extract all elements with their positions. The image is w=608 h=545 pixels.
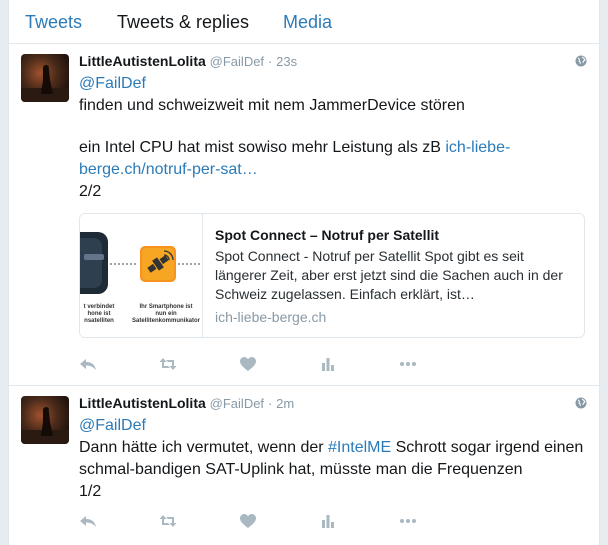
display-name[interactable]: LittleAutistenLolita	[79, 395, 206, 411]
tweet-text: @FailDef Dann hätte ich vermutet, wenn d…	[79, 415, 587, 503]
tweet-line: finden und schweizweit mit nem JammerDev…	[79, 97, 465, 114]
more-icon[interactable]	[399, 356, 423, 376]
avatar[interactable]	[21, 54, 69, 102]
separator-dot: ·	[267, 54, 273, 69]
tweet-text: @FailDef finden und schweizweit mit nem …	[79, 73, 587, 203]
globe-icon	[575, 54, 587, 67]
tab-tweets[interactable]: Tweets	[25, 11, 82, 33]
retweet-icon[interactable]	[159, 513, 183, 533]
timestamp[interactable]: 23s	[276, 54, 297, 69]
timestamp[interactable]: 2m	[276, 396, 294, 411]
card-title[interactable]: Spot Connect – Notruf per Satellit	[215, 226, 572, 244]
like-icon[interactable]	[239, 356, 263, 376]
tweet-header: LittleAutistenLolita @FailDef · 23s	[79, 52, 587, 71]
tweet-line: 2/2	[79, 183, 102, 200]
tweet[interactable]: LittleAutistenLolita @FailDef · 2m @Fail…	[9, 386, 599, 545]
tweet-header: LittleAutistenLolita @FailDef · 2m	[79, 394, 587, 413]
separator-dot: ·	[267, 396, 273, 411]
display-name[interactable]: LittleAutistenLolita	[79, 53, 206, 69]
tweet-content: LittleAutistenLolita @FailDef · 23s @Fai…	[79, 52, 587, 338]
retweet-icon[interactable]	[159, 356, 183, 376]
card-description: Spot Connect - Notruf per Satellit Spot …	[215, 248, 563, 302]
tab-tweets-and-replies[interactable]: Tweets & replies	[117, 11, 249, 33]
hashtag-link[interactable]: #IntelME	[328, 439, 391, 456]
card-image: t verbindet hone ist nsatelliten Ihr Smart…	[80, 214, 203, 337]
tab-media[interactable]: Media	[283, 11, 332, 33]
analytics-icon[interactable]	[319, 513, 343, 533]
analytics-icon[interactable]	[319, 356, 343, 376]
card-image-caption: Ihr Smartphone ist nun ein Satellitenkommu…	[132, 304, 201, 324]
user-handle[interactable]: @FailDef	[210, 54, 264, 69]
mention-link[interactable]: @FailDef	[79, 75, 146, 92]
tweet-line: schmal-bandigen SAT-Uplink hat, müsste m…	[79, 461, 523, 478]
timeline-panel: Tweets Tweets & replies Media LittleAuti…	[8, 0, 600, 545]
mention-link[interactable]: @FailDef	[79, 417, 146, 434]
tweet-line: ein Intel CPU hat mist sowiso mehr Leist…	[79, 139, 446, 156]
user-handle[interactable]: @FailDef	[210, 396, 264, 411]
globe-icon	[575, 396, 587, 409]
tweet-actions	[79, 513, 439, 533]
card-domain[interactable]: ich-liebe-berge.ch	[215, 308, 572, 326]
tweet[interactable]: LittleAutistenLolita @FailDef · 23s @Fai…	[9, 44, 599, 386]
tweet-line: Schrott sogar irgend einen	[391, 439, 584, 456]
link-card[interactable]: t verbindet hone ist nsatelliten Ihr Smart…	[79, 213, 585, 338]
tweet-line: Dann hätte ich vermutet, wenn der	[79, 439, 329, 456]
tweet-line: 1/2	[79, 483, 102, 500]
avatar[interactable]	[21, 396, 69, 444]
profile-tabs: Tweets Tweets & replies Media	[9, 0, 599, 44]
more-icon[interactable]	[399, 513, 423, 533]
card-content: Spot Connect – Notruf per Satellit Spot …	[215, 226, 572, 326]
tweet-content: LittleAutistenLolita @FailDef · 2m @Fail…	[79, 394, 587, 503]
card-image-caption: t verbindet hone ist nsatelliten	[83, 304, 115, 324]
reply-icon[interactable]	[79, 356, 103, 376]
tweet-actions	[79, 356, 439, 376]
like-icon[interactable]	[239, 513, 263, 533]
reply-icon[interactable]	[79, 513, 103, 533]
